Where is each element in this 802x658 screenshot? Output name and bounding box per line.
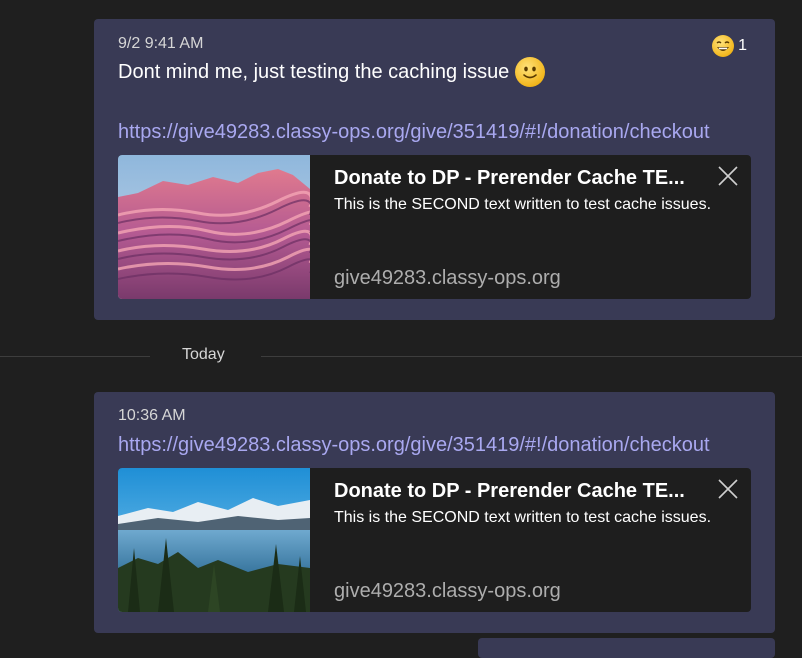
message-link[interactable]: https://give49283.classy-ops.org/give/35…	[118, 121, 710, 144]
divider-right	[261, 356, 802, 357]
preview-title: Donate to DP - Prerender Cache TE...	[334, 167, 685, 189]
message-bubble[interactable]: 10:36 AM https://give49283.classy-ops.or…	[94, 392, 775, 633]
grinning-face-icon	[712, 35, 735, 57]
preview-domain: give49283.classy-ops.org	[334, 267, 561, 289]
next-message-bubble[interactable]	[478, 638, 775, 658]
message-timestamp: 9/2 9:41 AM	[118, 35, 204, 52]
preview-domain: give49283.classy-ops.org	[334, 580, 561, 602]
slightly-smiling-face-icon	[515, 57, 546, 87]
preview-description: This is the SECOND text written to test …	[334, 509, 712, 526]
preview-title: Donate to DP - Prerender Cache TE...	[334, 480, 685, 502]
reaction-count: 1	[738, 37, 747, 54]
day-separator-label: Today	[182, 346, 225, 363]
divider-left	[0, 356, 150, 357]
preview-description: This is the SECOND text written to test …	[334, 196, 712, 213]
link-preview-card[interactable]: Donate to DP - Prerender Cache TE... Thi…	[118, 468, 751, 612]
link-preview-card[interactable]: Donate to DP - Prerender Cache TE... Thi…	[118, 155, 751, 299]
preview-image-mountain-lake	[118, 468, 310, 612]
message-text: Dont mind me, just testing the caching i…	[118, 60, 510, 83]
reaction-badge[interactable]: 1	[712, 35, 747, 57]
message-timestamp: 10:36 AM	[118, 407, 186, 424]
message-link[interactable]: https://give49283.classy-ops.org/give/35…	[118, 434, 710, 457]
message-bubble[interactable]: 9/2 9:41 AM 1 Dont mind me, just testing…	[94, 19, 775, 320]
close-icon[interactable]	[715, 476, 741, 502]
close-icon[interactable]	[715, 163, 741, 189]
message-body: Dont mind me, just testing the caching i…	[118, 57, 546, 87]
preview-image-rock-cliff	[118, 155, 310, 299]
